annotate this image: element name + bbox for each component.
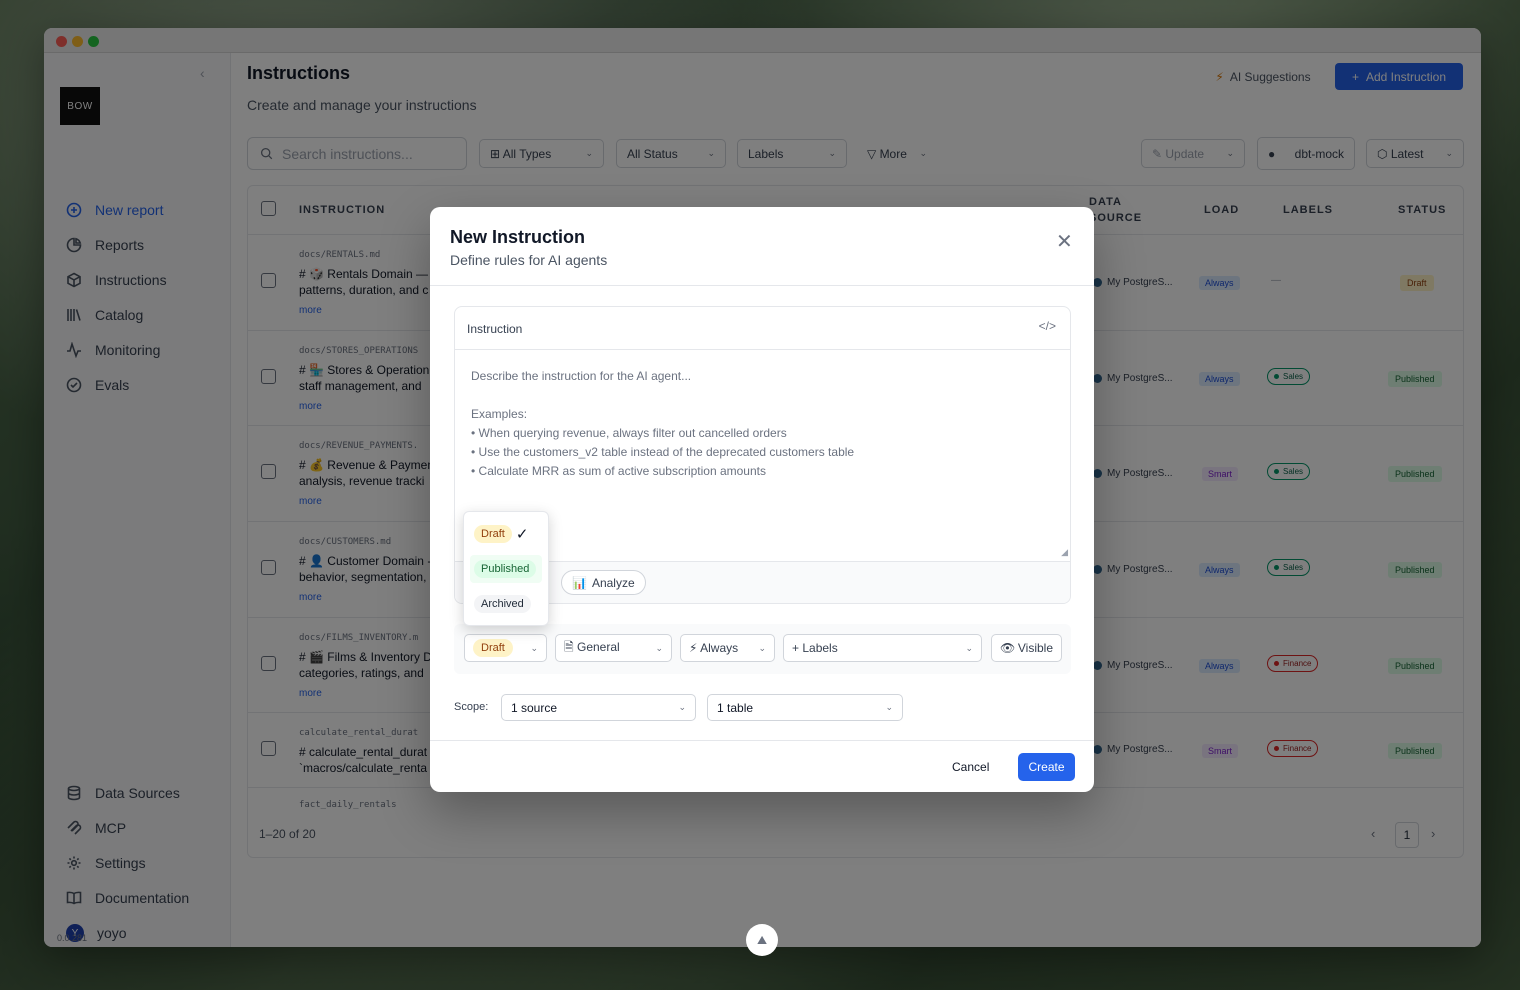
status-option-archived[interactable]: Archived: [470, 590, 542, 618]
scope-table-value: 1 table: [717, 700, 754, 715]
visibility-value: Visible: [1017, 641, 1053, 655]
labels-value: + Labels: [792, 641, 838, 655]
load-select[interactable]: ⚡ Always ⌄: [680, 634, 775, 662]
new-instruction-modal: New Instruction Define rules for AI agen…: [430, 207, 1094, 792]
scope-source-select[interactable]: 1 source ⌄: [501, 694, 696, 721]
status-select[interactable]: Draft ⌄: [464, 634, 547, 662]
status-option-label: Archived: [474, 595, 531, 613]
document-icon: 🗎: [564, 639, 577, 654]
status-option-draft[interactable]: Draft ✓: [470, 520, 542, 548]
chevron-down-icon: ⌄: [530, 642, 538, 653]
divider: [430, 285, 1094, 286]
chevron-down-icon: ⌄: [655, 642, 663, 653]
create-button[interactable]: Create: [1018, 753, 1075, 781]
analyze-label: Analyze: [591, 575, 635, 590]
chevron-down-icon: ⌄: [758, 642, 766, 653]
editor-header: Instruction </>: [455, 307, 1070, 350]
category-value: General: [576, 639, 620, 654]
bar-chart-icon: 📊: [572, 575, 587, 590]
load-value: Always: [700, 641, 739, 655]
chevron-down-icon: ⌄: [678, 702, 686, 712]
eye-icon: 👁: [1000, 641, 1016, 655]
analyze-button[interactable]: 📊 Analyze: [561, 570, 646, 595]
status-option-label: Published: [474, 560, 537, 578]
lightning-icon: ⚡: [689, 641, 701, 655]
chevron-down-icon: ⌄: [885, 702, 893, 712]
labels-select[interactable]: + Labels ⌄: [783, 634, 982, 662]
status-option-label: Draft: [474, 525, 512, 543]
scope-label: Scope:: [454, 701, 489, 713]
checkmark-icon: ✓: [515, 526, 529, 543]
editor-label: Instruction: [467, 322, 523, 336]
close-icon[interactable]: ✕: [1056, 232, 1073, 252]
scope-source-value: 1 source: [511, 700, 558, 715]
scope-table-select[interactable]: 1 table ⌄: [707, 694, 903, 721]
visibility-toggle[interactable]: 👁 Visible: [991, 634, 1062, 662]
code-icon[interactable]: </>: [1039, 319, 1056, 333]
category-select[interactable]: 🗎 General ⌄: [555, 634, 672, 662]
status-value: Draft: [473, 639, 513, 657]
status-option-published[interactable]: Published: [470, 555, 542, 583]
instruction-textarea[interactable]: Describe the instruction for the AI agen…: [471, 367, 854, 481]
mountain-icon[interactable]: ⛰: [746, 924, 778, 956]
modal-subtitle: Define rules for AI agents: [450, 252, 608, 268]
instruction-controls: Draft ⌄ 🗎 General ⌄ ⚡ Always ⌄ + Labels …: [454, 624, 1071, 674]
cancel-button[interactable]: Cancel: [952, 760, 989, 774]
status-dropdown: Draft ✓ Published Archived: [463, 511, 549, 626]
divider: [430, 740, 1094, 741]
resize-handle-icon[interactable]: ◢: [1061, 547, 1068, 558]
modal-title: New Instruction: [450, 227, 586, 247]
chevron-down-icon: ⌄: [965, 642, 973, 653]
